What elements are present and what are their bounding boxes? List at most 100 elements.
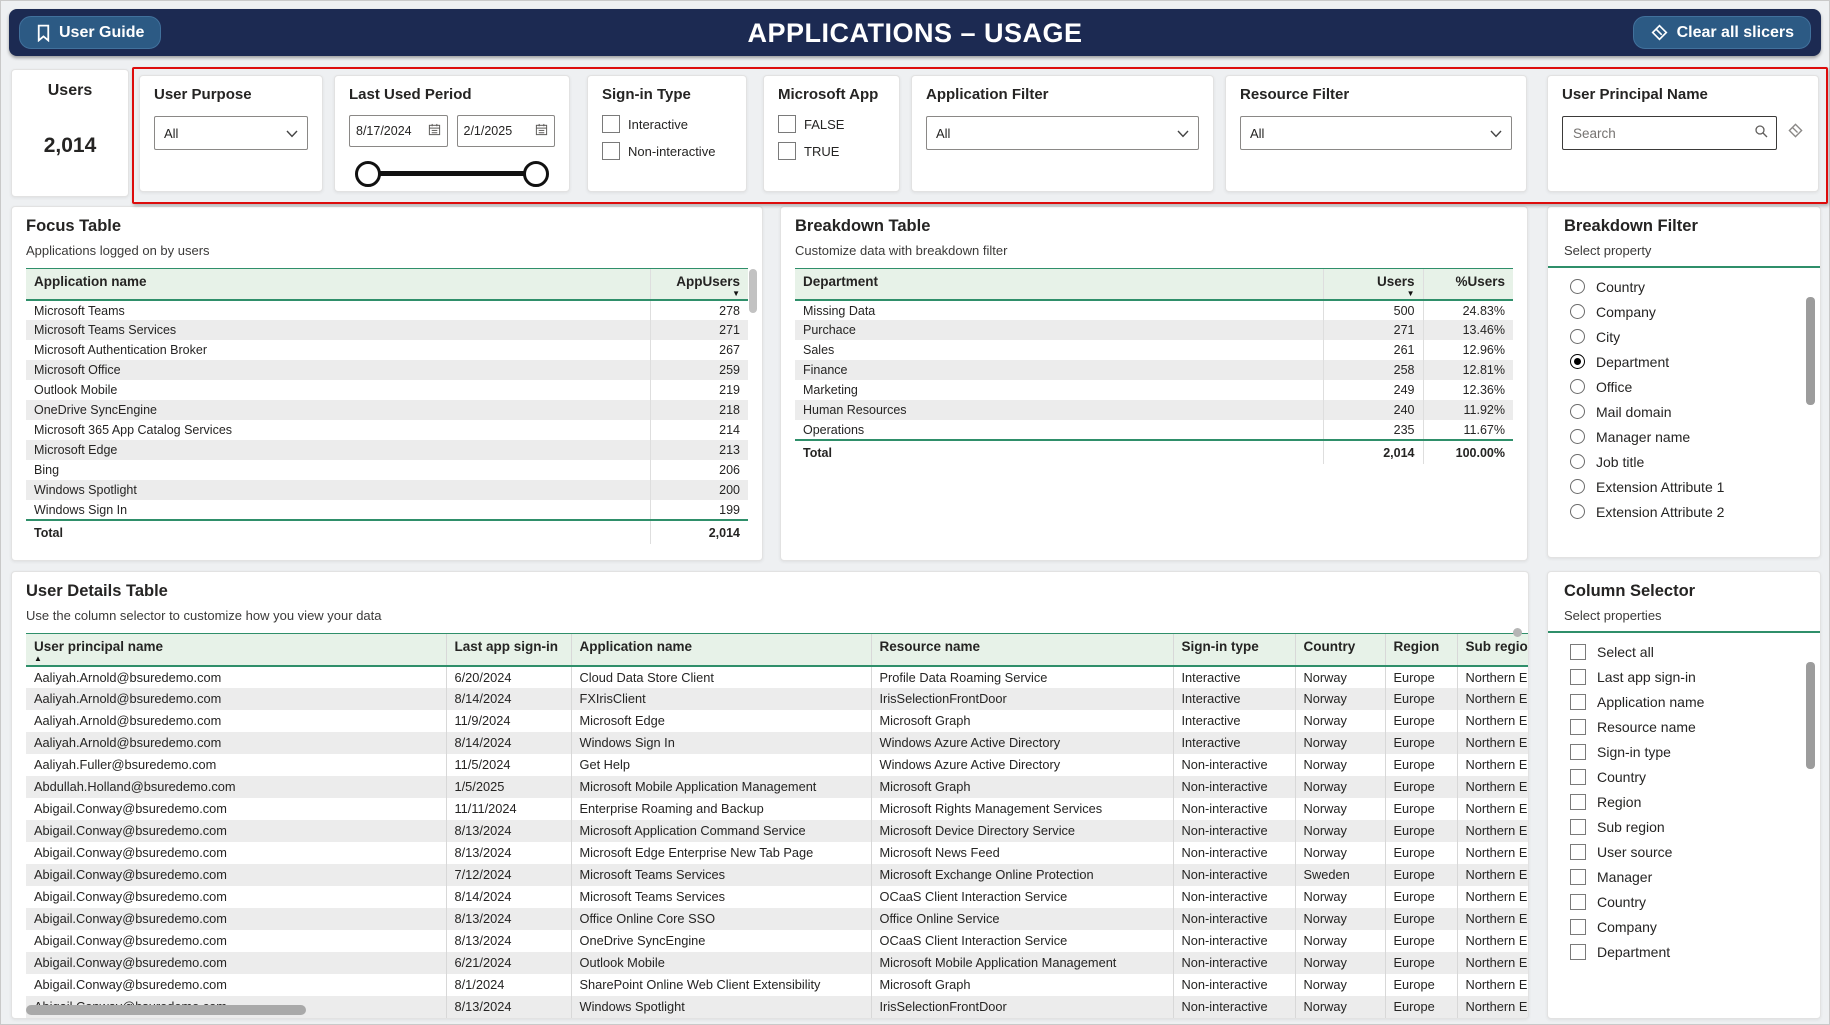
column-header-country[interactable]: Country [1295, 634, 1385, 666]
table-cell: Operations [795, 420, 1323, 440]
table-cell: 271 [651, 320, 748, 340]
table-row[interactable]: Abigail.Conway@bsuredemo.com8/14/2024Mic… [26, 886, 1529, 908]
user-details-vertical-scrollbar[interactable] [1513, 628, 1522, 637]
table-row[interactable]: Abigail.Conway@bsuredemo.com11/11/2024En… [26, 798, 1529, 820]
table-row[interactable]: Abigail.Conway@bsuredemo.com8/13/2024Mic… [26, 820, 1529, 842]
table-row[interactable]: Aaliyah.Arnold@bsuredemo.com11/9/2024Mic… [26, 710, 1529, 732]
table-row[interactable]: Outlook Mobile219 [26, 380, 748, 400]
breakdown-filter-scrollbar[interactable] [1806, 297, 1815, 405]
column-header-application-name[interactable]: Application name [26, 269, 651, 301]
radio-option-mail-domain[interactable]: Mail domain [1548, 399, 1820, 424]
column-header-appusers[interactable]: AppUsers▼ [651, 269, 748, 301]
focus-table-subtitle: Applications logged on by users [26, 243, 748, 258]
table-row[interactable]: Aaliyah.Arnold@bsuredemo.com6/20/2024Clo… [26, 666, 1529, 688]
start-date-input[interactable]: 8/17/2024 [349, 115, 448, 147]
table-row[interactable]: Finance25812.81% [795, 360, 1513, 380]
table-row[interactable]: Abigail.Conway@bsuredemo.com8/1/2024Shar… [26, 974, 1529, 996]
table-row[interactable]: Bing206 [26, 460, 748, 480]
table-cell: Windows Azure Active Directory [871, 754, 1173, 776]
table-row[interactable]: Abigail.Conway@bsuredemo.com8/13/2024Off… [26, 908, 1529, 930]
checkbox-option-select-all[interactable]: Select all [1548, 639, 1820, 664]
slider-handle-start[interactable] [355, 161, 381, 187]
checkbox-option-application-name[interactable]: Application name [1548, 689, 1820, 714]
slider-handle-end[interactable] [523, 161, 549, 187]
slider-track[interactable] [373, 171, 531, 176]
table-row[interactable]: OneDrive SyncEngine218 [26, 400, 748, 420]
upn-search-box[interactable] [1562, 116, 1777, 150]
checkbox-option-user-source[interactable]: User source [1548, 839, 1820, 864]
eraser-icon[interactable] [1787, 122, 1804, 144]
column-header-users[interactable]: Users▼ [1323, 269, 1423, 301]
radio-option-extension-attribute-1[interactable]: Extension Attribute 1 [1548, 474, 1820, 499]
radio-option-city[interactable]: City [1548, 324, 1820, 349]
table-row[interactable]: Missing Data50024.83% [795, 300, 1513, 320]
sign-in-type-option-interactive[interactable]: Interactive [602, 115, 732, 133]
table-row[interactable]: Microsoft Office259 [26, 360, 748, 380]
radio-option-country[interactable]: Country [1548, 274, 1820, 299]
table-row[interactable]: Microsoft Authentication Broker267 [26, 340, 748, 360]
table-row[interactable]: Abigail.Conway@bsuredemo.com6/21/2024Out… [26, 952, 1529, 974]
column-header-sign-in-type[interactable]: Sign-in type [1173, 634, 1295, 666]
user-guide-button[interactable]: User Guide [19, 16, 161, 49]
column-header-pct-users[interactable]: %Users [1423, 269, 1513, 301]
focus-table-scrollbar[interactable] [749, 269, 757, 313]
table-row[interactable]: Microsoft Teams Services271 [26, 320, 748, 340]
column-selector-scrollbar[interactable] [1806, 662, 1815, 769]
radio-option-office[interactable]: Office [1548, 374, 1820, 399]
radio-option-company[interactable]: Company [1548, 299, 1820, 324]
table-row[interactable]: Abigail.Conway@bsuredemo.com8/13/2024One… [26, 930, 1529, 952]
table-row[interactable]: Abigail.Conway@bsuredemo.com8/13/2024Mic… [26, 842, 1529, 864]
checkbox-option-sign-in-type[interactable]: Sign-in type [1548, 739, 1820, 764]
sign-in-type-option-non-interactive[interactable]: Non-interactive [602, 142, 732, 160]
end-date-input[interactable]: 2/1/2025 [457, 115, 556, 147]
table-row[interactable]: Aaliyah.Fuller@bsuredemo.com11/5/2024Get… [26, 754, 1529, 776]
radio-option-job-title[interactable]: Job title [1548, 449, 1820, 474]
table-row[interactable]: Sales26112.96% [795, 340, 1513, 360]
checkbox-option-resource-name[interactable]: Resource name [1548, 714, 1820, 739]
resource-filter-dropdown[interactable]: All [1240, 116, 1512, 150]
column-header-department[interactable]: Department [795, 269, 1323, 301]
table-row[interactable]: Marketing24912.36% [795, 380, 1513, 400]
checkbox-option-last-app-sign-in[interactable]: Last app sign-in [1548, 664, 1820, 689]
calendar-icon[interactable] [428, 123, 441, 139]
table-row[interactable]: Abdullah.Holland@bsuredemo.com1/5/2025Mi… [26, 776, 1529, 798]
upn-search-input[interactable] [1571, 125, 1695, 142]
checkbox-option-region[interactable]: Region [1548, 789, 1820, 814]
user-purpose-dropdown[interactable]: All [154, 116, 308, 150]
clear-all-slicers-button[interactable]: Clear all slicers [1633, 16, 1811, 49]
column-header-last-app-sign-in[interactable]: Last app sign-in [446, 634, 571, 666]
column-header-region[interactable]: Region [1385, 634, 1457, 666]
table-row[interactable]: Microsoft 365 App Catalog Services214 [26, 420, 748, 440]
application-filter-dropdown[interactable]: All [926, 116, 1199, 150]
user-details-horizontal-scrollbar[interactable] [26, 1005, 306, 1015]
eraser-icon [1650, 23, 1669, 42]
table-row[interactable]: Purchace27113.46% [795, 320, 1513, 340]
table-row[interactable]: Microsoft Teams278 [26, 300, 748, 320]
table-cell: Abigail.Conway@bsuredemo.com [26, 930, 446, 952]
table-row[interactable]: Human Resources24011.92% [795, 400, 1513, 420]
checkbox-option-department[interactable]: Department [1548, 939, 1820, 964]
radio-option-extension-attribute-2[interactable]: Extension Attribute 2 [1548, 499, 1820, 524]
checkbox-option-sub-region[interactable]: Sub region [1548, 814, 1820, 839]
radio-option-department[interactable]: Department [1548, 349, 1820, 374]
table-row[interactable]: Windows Spotlight200 [26, 480, 748, 500]
checkbox-option-company[interactable]: Company [1548, 914, 1820, 939]
column-header-user-principal-name[interactable]: User principal name▲ [26, 634, 446, 666]
column-header-resource-name[interactable]: Resource name [871, 634, 1173, 666]
table-row[interactable]: Operations23511.67% [795, 420, 1513, 440]
checkbox-option-country[interactable]: Country [1548, 764, 1820, 789]
microsoft-app-option-false[interactable]: FALSE [778, 115, 885, 133]
column-header-application-name[interactable]: Application name [571, 634, 871, 666]
checkbox-option-country[interactable]: Country [1548, 889, 1820, 914]
table-row[interactable]: Abigail.Conway@bsuredemo.com7/12/2024Mic… [26, 864, 1529, 886]
table-row[interactable]: Windows Sign In199 [26, 500, 748, 520]
resource-filter-title: Resource Filter [1240, 86, 1512, 103]
checkbox-option-manager[interactable]: Manager [1548, 864, 1820, 889]
table-row[interactable]: Microsoft Edge213 [26, 440, 748, 460]
column-header-sub-region[interactable]: Sub regio [1457, 634, 1529, 666]
microsoft-app-option-true[interactable]: TRUE [778, 142, 885, 160]
table-row[interactable]: Aaliyah.Arnold@bsuredemo.com8/14/2024Win… [26, 732, 1529, 754]
calendar-icon[interactable] [535, 123, 548, 139]
table-row[interactable]: Aaliyah.Arnold@bsuredemo.com8/14/2024FXI… [26, 688, 1529, 710]
radio-option-manager-name[interactable]: Manager name [1548, 424, 1820, 449]
